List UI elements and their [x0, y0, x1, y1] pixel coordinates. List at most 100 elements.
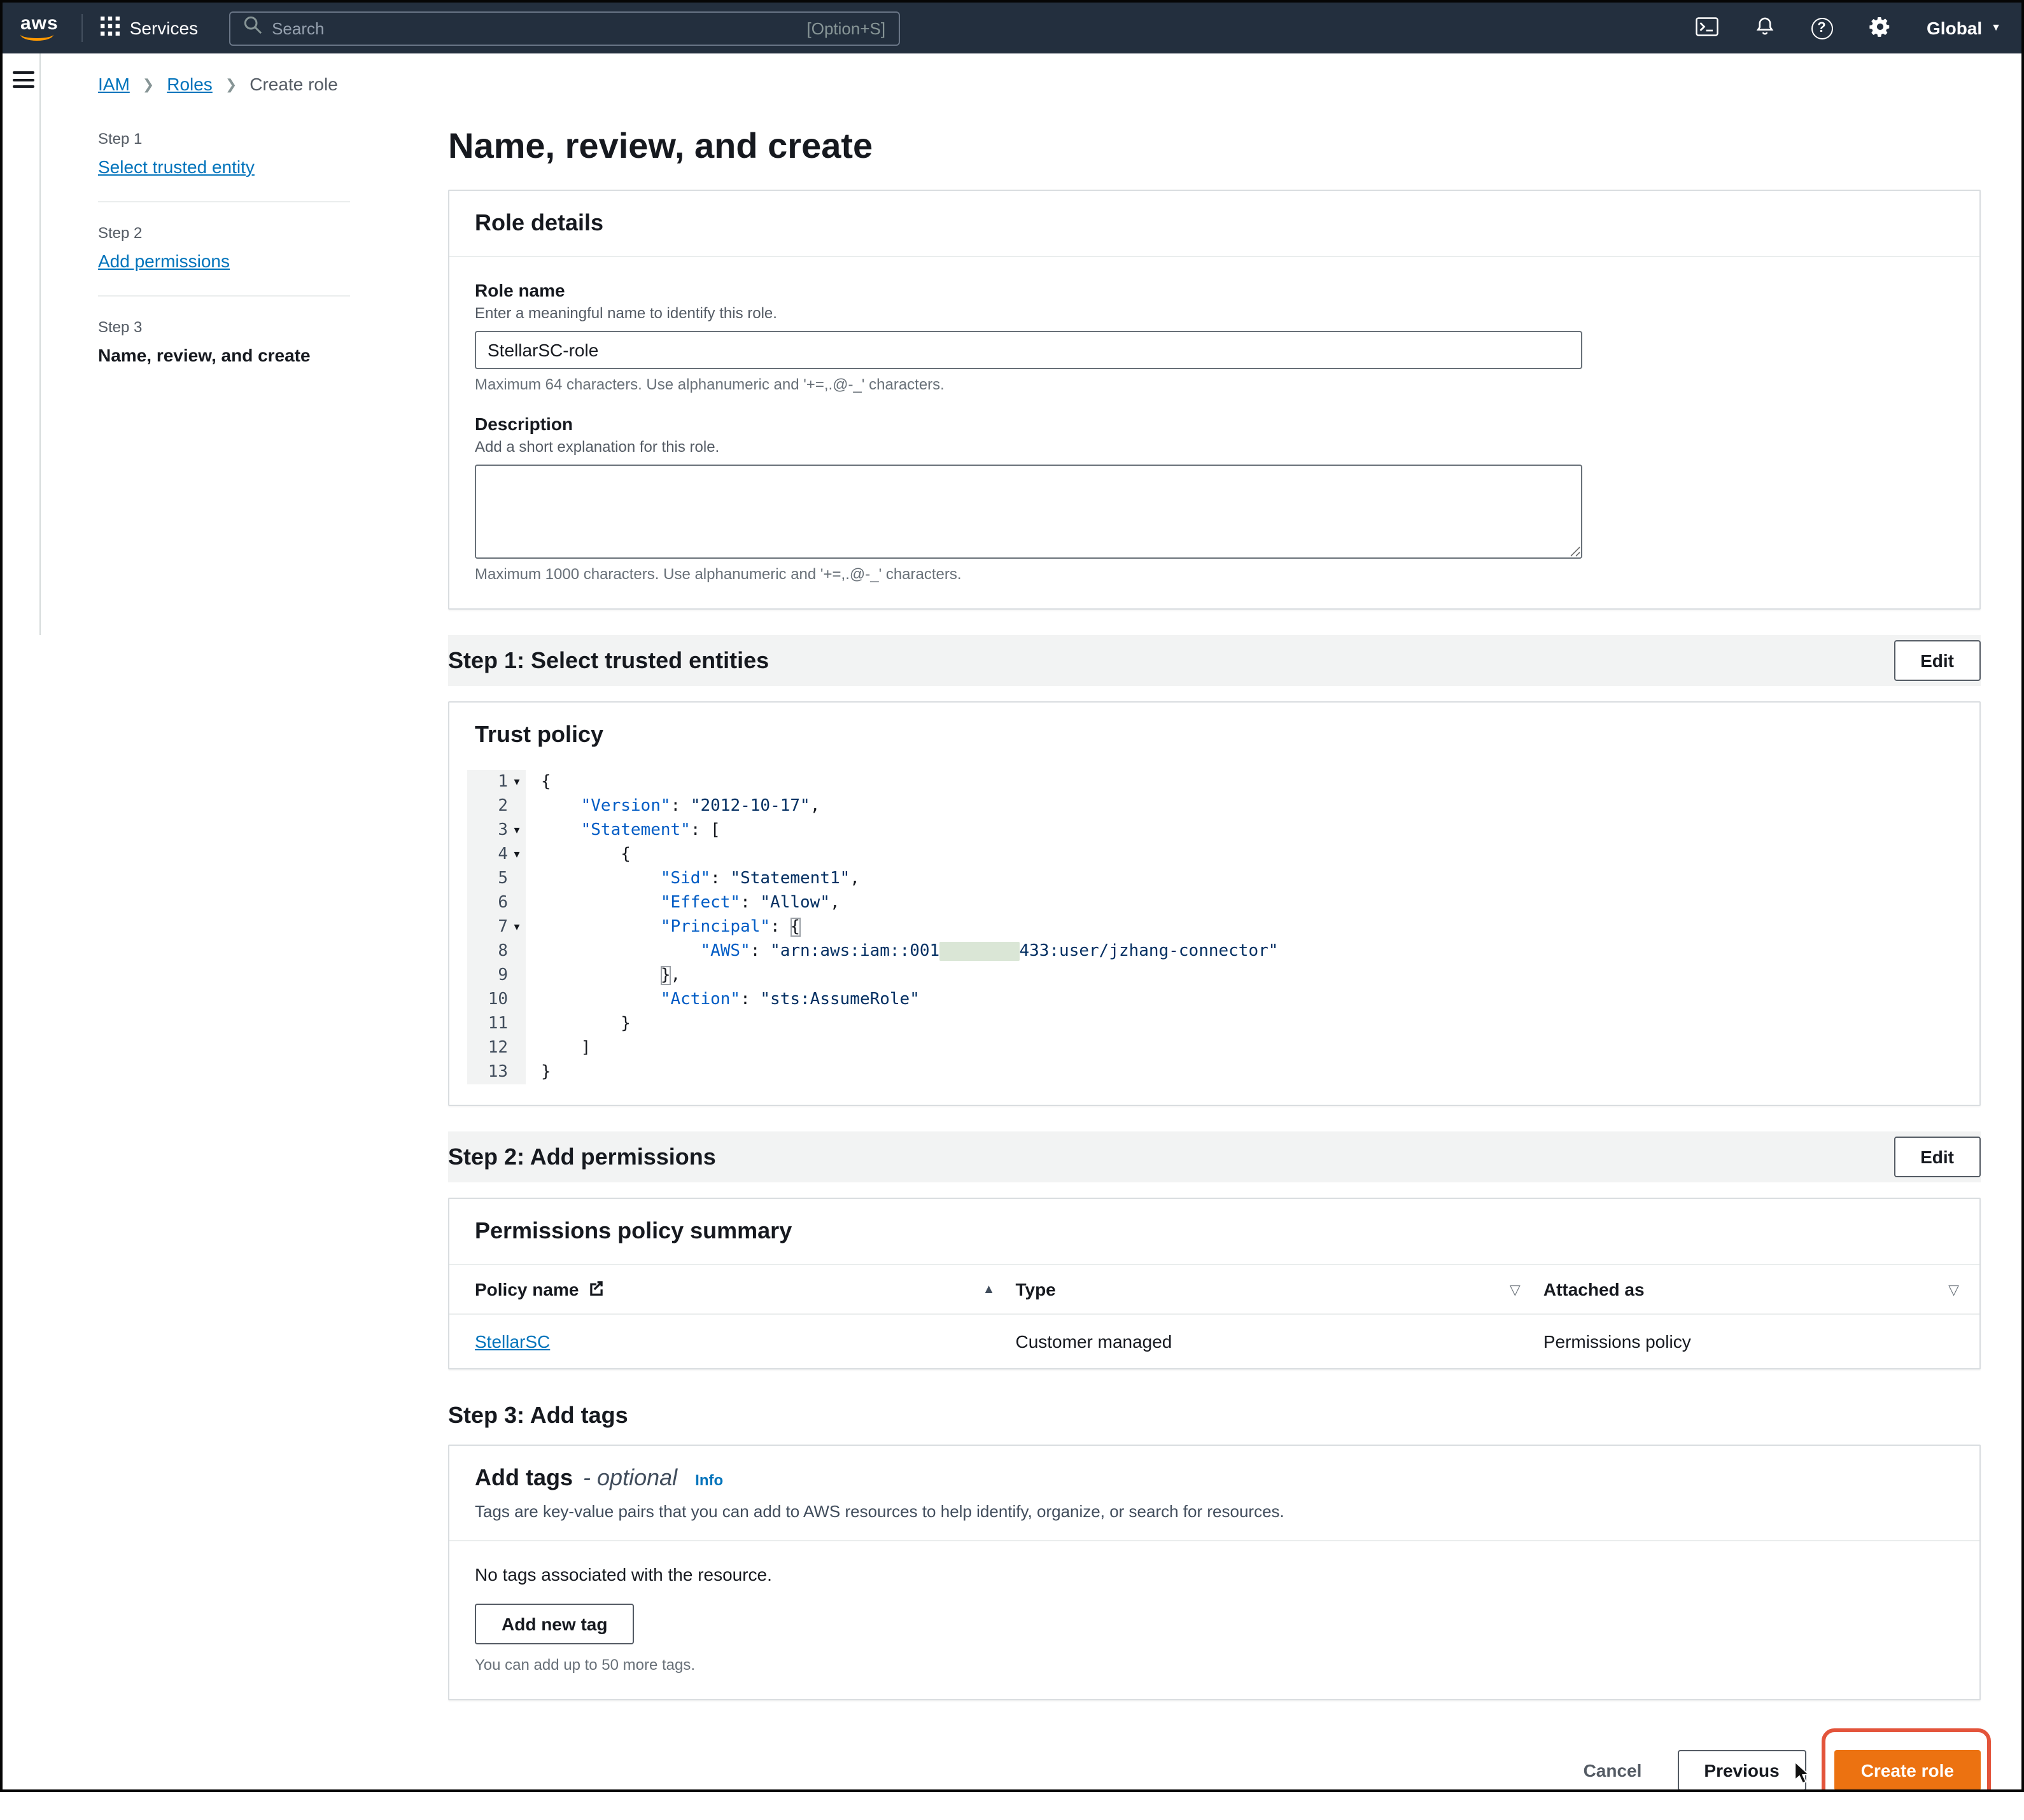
breadcrumb-iam[interactable]: IAM	[98, 74, 130, 94]
external-link-icon	[587, 1279, 604, 1299]
role-details-card: Role details Role name Enter a meaningfu…	[448, 190, 1981, 610]
steps-divider	[98, 201, 350, 202]
steps-nav: Step 1 Select trusted entity Step 2 Add …	[98, 94, 448, 1792]
code-line-number: 9	[467, 963, 526, 988]
code-line: 10 "Action": "sts:AssumeRole"	[467, 988, 1962, 1012]
services-grid-icon	[101, 17, 120, 39]
cloudshell-terminal-icon	[1695, 16, 1718, 40]
code-text[interactable]: {	[526, 843, 631, 867]
breadcrumb-separator: ❯	[143, 76, 154, 92]
role-name-hint: Maximum 64 characters. Use alphanumeric …	[475, 375, 1954, 393]
code-line: 2 "Version": "2012-10-17",	[467, 794, 1962, 818]
code-fold-toggle[interactable]: 7▾	[467, 915, 526, 939]
description-label: Description	[475, 414, 1954, 434]
nav-divider	[81, 14, 83, 42]
edit-trusted-entities-button[interactable]: Edit	[1894, 640, 1981, 681]
code-fold-toggle[interactable]: 4▾	[467, 843, 526, 867]
code-line: 4▾ {	[467, 843, 1962, 867]
policy-link-stellarsc[interactable]: StellarSC	[475, 1331, 550, 1352]
step-3-label: Step 3	[98, 318, 448, 336]
code-text[interactable]: ]	[526, 1036, 591, 1060]
code-text[interactable]: "AWS": "arn:aws:iam::001 433:user/jzhang…	[526, 939, 1278, 963]
aws-logo[interactable]: aws	[20, 15, 59, 41]
code-text[interactable]: "Principal": {	[526, 915, 800, 939]
notifications-button[interactable]	[1753, 14, 1775, 42]
info-link[interactable]: Info	[695, 1471, 723, 1489]
add-tags-card: Add tags - optional Info Tags are key-va…	[448, 1445, 1981, 1700]
policy-type-cell: Customer managed	[1015, 1331, 1172, 1352]
type-filter-icon[interactable]: ▽	[1510, 1281, 1521, 1298]
description-hint: Maximum 1000 characters. Use alphanumeri…	[475, 565, 1954, 583]
code-line-number: 5	[467, 867, 526, 891]
code-line: 11 }	[467, 1012, 1962, 1036]
code-text[interactable]: }	[526, 1012, 631, 1036]
previous-button[interactable]: Previous	[1677, 1750, 1806, 1791]
code-fold-toggle[interactable]: 3▾	[467, 818, 526, 843]
code-line-number: 12	[467, 1036, 526, 1060]
code-line: 9 },	[467, 963, 1962, 988]
type-column-header: Type	[1015, 1279, 1055, 1299]
aws-logo-text: aws	[20, 15, 59, 33]
step2-section-title: Step 2: Add permissions	[448, 1144, 716, 1170]
code-line-number: 11	[467, 1012, 526, 1036]
code-line: 1▾{	[467, 770, 1962, 794]
code-text[interactable]: "Action": "sts:AssumeRole"	[526, 988, 920, 1012]
add-new-tag-button[interactable]: Add new tag	[475, 1604, 634, 1644]
attached-as-filter-icon[interactable]: ▽	[1948, 1281, 1959, 1298]
role-details-title: Role details	[475, 210, 1954, 237]
cloudshell-button[interactable]	[1695, 16, 1718, 40]
trust-policy-code[interactable]: 1▾{2 "Version": "2012-10-17",3▾ "Stateme…	[467, 770, 1962, 1084]
create-role-button[interactable]: Create role	[1834, 1750, 1981, 1791]
policy-name-column-header: Policy name	[475, 1279, 579, 1299]
code-text[interactable]: }	[526, 1060, 551, 1084]
code-line: 5 "Sid": "Statement1",	[467, 867, 1962, 891]
tags-limit-text: You can add up to 50 more tags.	[475, 1656, 1954, 1674]
permissions-table-row: StellarSC Customer managed Permissions p…	[449, 1315, 1979, 1368]
code-text[interactable]: },	[526, 963, 680, 988]
step1-section-title: Step 1: Select trusted entities	[448, 647, 769, 674]
code-text[interactable]: "Sid": "Statement1",	[526, 867, 860, 891]
step-1-label: Step 1	[98, 130, 448, 148]
description-textarea[interactable]	[475, 465, 1582, 559]
attached-as-column-header: Attached as	[1543, 1279, 1645, 1299]
region-label: Global	[1927, 18, 1982, 38]
search-placeholder: Search	[272, 18, 796, 38]
breadcrumb-roles[interactable]: Roles	[167, 74, 213, 94]
search-shortcut-hint: [Option+S]	[807, 18, 886, 38]
search-input[interactable]: Search [Option+S]	[228, 11, 899, 45]
hamburger-menu-icon[interactable]	[13, 71, 34, 88]
trust-policy-card: Trust policy 1▾{2 "Version": "2012-10-17…	[448, 701, 1981, 1106]
step-2-label: Step 2	[98, 224, 448, 242]
breadcrumb-separator: ❯	[225, 76, 237, 92]
code-text[interactable]: "Version": "2012-10-17",	[526, 794, 820, 818]
description-help: Add a short explanation for this role.	[475, 438, 1954, 456]
code-line: 8 "AWS": "arn:aws:iam::001 433:user/jzha…	[467, 939, 1962, 963]
help-button[interactable]: ?	[1811, 17, 1832, 39]
role-name-input[interactable]	[475, 331, 1582, 369]
code-text[interactable]: "Statement": [	[526, 818, 720, 843]
settings-button[interactable]	[1868, 15, 1891, 41]
services-menu-button[interactable]: Services	[101, 17, 198, 39]
code-line-number: 2	[467, 794, 526, 818]
add-tags-description: Tags are key-value pairs that you can ad…	[475, 1502, 1954, 1521]
sort-ascending-icon[interactable]: ▲	[983, 1282, 995, 1296]
gear-icon	[1868, 15, 1891, 41]
cancel-button[interactable]: Cancel	[1584, 1760, 1642, 1781]
code-line: 13}	[467, 1060, 1962, 1084]
no-tags-text: No tags associated with the resource.	[475, 1564, 1954, 1585]
permissions-summary-title: Permissions policy summary	[475, 1218, 1954, 1245]
console-window: aws Services Search [Option+S]	[0, 0, 2024, 1792]
page-title: Name, review, and create	[448, 126, 1981, 167]
code-line-number: 13	[467, 1060, 526, 1084]
step3-section-title: Step 3: Add tags	[448, 1403, 1981, 1429]
search-icon	[242, 15, 262, 41]
code-text[interactable]: "Effect": "Allow",	[526, 891, 840, 915]
steps-nav-select-trusted-entity[interactable]: Select trusted entity	[98, 157, 255, 177]
region-selector[interactable]: Global ▼	[1927, 18, 2001, 38]
code-fold-toggle[interactable]: 1▾	[467, 770, 526, 794]
code-line: 7▾ "Principal": {	[467, 915, 1962, 939]
code-text[interactable]: {	[526, 770, 551, 794]
steps-nav-add-permissions[interactable]: Add permissions	[98, 251, 230, 271]
edit-permissions-button[interactable]: Edit	[1894, 1137, 1981, 1177]
permissions-table-header: Policy name ▲ Type ▽	[449, 1265, 1979, 1315]
